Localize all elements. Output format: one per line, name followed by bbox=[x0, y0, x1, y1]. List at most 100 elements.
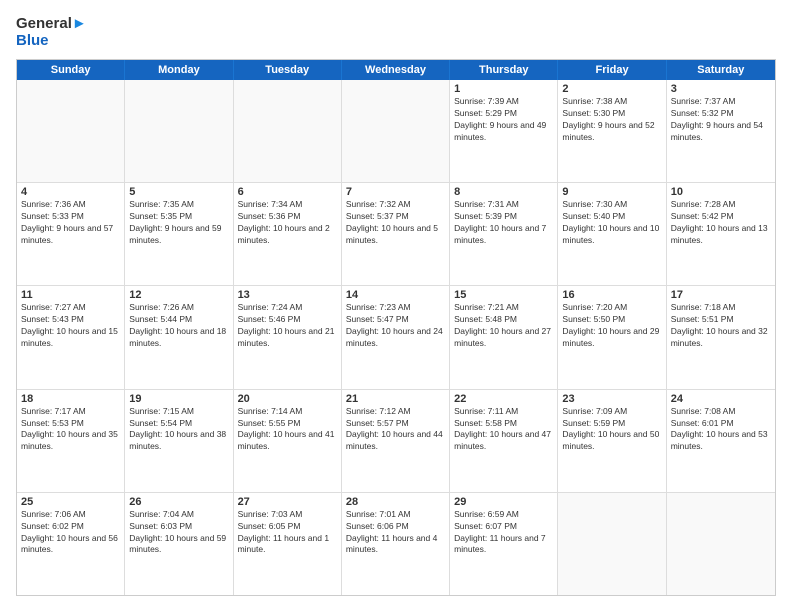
calendar-cell-empty bbox=[17, 80, 125, 182]
calendar-cell-2: 2Sunrise: 7:38 AM Sunset: 5:30 PM Daylig… bbox=[558, 80, 666, 182]
day-number: 18 bbox=[21, 393, 120, 405]
cell-content: Sunrise: 7:08 AM Sunset: 6:01 PM Dayligh… bbox=[671, 406, 771, 454]
day-number: 11 bbox=[21, 289, 120, 301]
calendar-row-4: 18Sunrise: 7:17 AM Sunset: 5:53 PM Dayli… bbox=[17, 390, 775, 493]
calendar-cell-5: 5Sunrise: 7:35 AM Sunset: 5:35 PM Daylig… bbox=[125, 183, 233, 285]
day-number: 4 bbox=[21, 186, 120, 198]
day-number: 10 bbox=[671, 186, 771, 198]
day-number: 13 bbox=[238, 289, 337, 301]
day-number: 28 bbox=[346, 496, 445, 508]
cell-content: Sunrise: 7:36 AM Sunset: 5:33 PM Dayligh… bbox=[21, 199, 120, 247]
day-number: 25 bbox=[21, 496, 120, 508]
cell-content: Sunrise: 7:06 AM Sunset: 6:02 PM Dayligh… bbox=[21, 509, 120, 557]
day-number: 14 bbox=[346, 289, 445, 301]
logo-text: General► Blue bbox=[16, 16, 87, 49]
cell-content: Sunrise: 6:59 AM Sunset: 6:07 PM Dayligh… bbox=[454, 509, 553, 557]
cell-content: Sunrise: 7:31 AM Sunset: 5:39 PM Dayligh… bbox=[454, 199, 553, 247]
calendar-row-1: 1Sunrise: 7:39 AM Sunset: 5:29 PM Daylig… bbox=[17, 80, 775, 183]
cell-content: Sunrise: 7:14 AM Sunset: 5:55 PM Dayligh… bbox=[238, 406, 337, 454]
calendar-cell-9: 9Sunrise: 7:30 AM Sunset: 5:40 PM Daylig… bbox=[558, 183, 666, 285]
calendar-cell-12: 12Sunrise: 7:26 AM Sunset: 5:44 PM Dayli… bbox=[125, 286, 233, 388]
day-number: 12 bbox=[129, 289, 228, 301]
cell-content: Sunrise: 7:39 AM Sunset: 5:29 PM Dayligh… bbox=[454, 96, 553, 144]
day-number: 1 bbox=[454, 83, 553, 95]
logo: General► Blue bbox=[16, 16, 87, 49]
day-header-monday: Monday bbox=[125, 60, 233, 80]
logo-general: General► bbox=[16, 16, 87, 33]
day-number: 20 bbox=[238, 393, 337, 405]
cell-content: Sunrise: 7:11 AM Sunset: 5:58 PM Dayligh… bbox=[454, 406, 553, 454]
calendar-cell-empty bbox=[558, 493, 666, 595]
calendar-cell-8: 8Sunrise: 7:31 AM Sunset: 5:39 PM Daylig… bbox=[450, 183, 558, 285]
calendar-cell-26: 26Sunrise: 7:04 AM Sunset: 6:03 PM Dayli… bbox=[125, 493, 233, 595]
cell-content: Sunrise: 7:26 AM Sunset: 5:44 PM Dayligh… bbox=[129, 302, 228, 350]
day-number: 5 bbox=[129, 186, 228, 198]
calendar-cell-18: 18Sunrise: 7:17 AM Sunset: 5:53 PM Dayli… bbox=[17, 390, 125, 492]
calendar-row-5: 25Sunrise: 7:06 AM Sunset: 6:02 PM Dayli… bbox=[17, 493, 775, 595]
calendar-cell-empty bbox=[667, 493, 775, 595]
cell-content: Sunrise: 7:17 AM Sunset: 5:53 PM Dayligh… bbox=[21, 406, 120, 454]
cell-content: Sunrise: 7:20 AM Sunset: 5:50 PM Dayligh… bbox=[562, 302, 661, 350]
calendar-cell-24: 24Sunrise: 7:08 AM Sunset: 6:01 PM Dayli… bbox=[667, 390, 775, 492]
cell-content: Sunrise: 7:01 AM Sunset: 6:06 PM Dayligh… bbox=[346, 509, 445, 557]
cell-content: Sunrise: 7:12 AM Sunset: 5:57 PM Dayligh… bbox=[346, 406, 445, 454]
day-header-friday: Friday bbox=[558, 60, 666, 80]
calendar-cell-3: 3Sunrise: 7:37 AM Sunset: 5:32 PM Daylig… bbox=[667, 80, 775, 182]
calendar-cell-empty bbox=[234, 80, 342, 182]
calendar-row-2: 4Sunrise: 7:36 AM Sunset: 5:33 PM Daylig… bbox=[17, 183, 775, 286]
day-number: 29 bbox=[454, 496, 553, 508]
calendar-cell-1: 1Sunrise: 7:39 AM Sunset: 5:29 PM Daylig… bbox=[450, 80, 558, 182]
day-number: 23 bbox=[562, 393, 661, 405]
day-number: 27 bbox=[238, 496, 337, 508]
calendar-cell-empty bbox=[125, 80, 233, 182]
day-header-sunday: Sunday bbox=[17, 60, 125, 80]
day-number: 24 bbox=[671, 393, 771, 405]
cell-content: Sunrise: 7:35 AM Sunset: 5:35 PM Dayligh… bbox=[129, 199, 228, 247]
day-number: 15 bbox=[454, 289, 553, 301]
cell-content: Sunrise: 7:18 AM Sunset: 5:51 PM Dayligh… bbox=[671, 302, 771, 350]
cell-content: Sunrise: 7:37 AM Sunset: 5:32 PM Dayligh… bbox=[671, 96, 771, 144]
cell-content: Sunrise: 7:30 AM Sunset: 5:40 PM Dayligh… bbox=[562, 199, 661, 247]
calendar-row-3: 11Sunrise: 7:27 AM Sunset: 5:43 PM Dayli… bbox=[17, 286, 775, 389]
calendar-cell-29: 29Sunrise: 6:59 AM Sunset: 6:07 PM Dayli… bbox=[450, 493, 558, 595]
calendar-cell-empty bbox=[342, 80, 450, 182]
day-number: 7 bbox=[346, 186, 445, 198]
day-number: 3 bbox=[671, 83, 771, 95]
cell-content: Sunrise: 7:24 AM Sunset: 5:46 PM Dayligh… bbox=[238, 302, 337, 350]
cell-content: Sunrise: 7:23 AM Sunset: 5:47 PM Dayligh… bbox=[346, 302, 445, 350]
day-number: 9 bbox=[562, 186, 661, 198]
calendar-body: 1Sunrise: 7:39 AM Sunset: 5:29 PM Daylig… bbox=[17, 80, 775, 595]
cell-content: Sunrise: 7:15 AM Sunset: 5:54 PM Dayligh… bbox=[129, 406, 228, 454]
page-header: General► Blue bbox=[16, 16, 776, 49]
calendar: SundayMondayTuesdayWednesdayThursdayFrid… bbox=[16, 59, 776, 596]
day-number: 8 bbox=[454, 186, 553, 198]
calendar-cell-20: 20Sunrise: 7:14 AM Sunset: 5:55 PM Dayli… bbox=[234, 390, 342, 492]
day-number: 6 bbox=[238, 186, 337, 198]
calendar-cell-14: 14Sunrise: 7:23 AM Sunset: 5:47 PM Dayli… bbox=[342, 286, 450, 388]
day-number: 17 bbox=[671, 289, 771, 301]
calendar-cell-7: 7Sunrise: 7:32 AM Sunset: 5:37 PM Daylig… bbox=[342, 183, 450, 285]
day-number: 16 bbox=[562, 289, 661, 301]
calendar-cell-22: 22Sunrise: 7:11 AM Sunset: 5:58 PM Dayli… bbox=[450, 390, 558, 492]
day-number: 19 bbox=[129, 393, 228, 405]
day-header-tuesday: Tuesday bbox=[234, 60, 342, 80]
calendar-cell-17: 17Sunrise: 7:18 AM Sunset: 5:51 PM Dayli… bbox=[667, 286, 775, 388]
day-header-saturday: Saturday bbox=[667, 60, 775, 80]
calendar-cell-10: 10Sunrise: 7:28 AM Sunset: 5:42 PM Dayli… bbox=[667, 183, 775, 285]
calendar-cell-19: 19Sunrise: 7:15 AM Sunset: 5:54 PM Dayli… bbox=[125, 390, 233, 492]
day-number: 2 bbox=[562, 83, 661, 95]
cell-content: Sunrise: 7:38 AM Sunset: 5:30 PM Dayligh… bbox=[562, 96, 661, 144]
cell-content: Sunrise: 7:09 AM Sunset: 5:59 PM Dayligh… bbox=[562, 406, 661, 454]
cell-content: Sunrise: 7:03 AM Sunset: 6:05 PM Dayligh… bbox=[238, 509, 337, 557]
cell-content: Sunrise: 7:32 AM Sunset: 5:37 PM Dayligh… bbox=[346, 199, 445, 247]
calendar-cell-13: 13Sunrise: 7:24 AM Sunset: 5:46 PM Dayli… bbox=[234, 286, 342, 388]
day-number: 26 bbox=[129, 496, 228, 508]
cell-content: Sunrise: 7:21 AM Sunset: 5:48 PM Dayligh… bbox=[454, 302, 553, 350]
cell-content: Sunrise: 7:27 AM Sunset: 5:43 PM Dayligh… bbox=[21, 302, 120, 350]
calendar-cell-25: 25Sunrise: 7:06 AM Sunset: 6:02 PM Dayli… bbox=[17, 493, 125, 595]
calendar-cell-4: 4Sunrise: 7:36 AM Sunset: 5:33 PM Daylig… bbox=[17, 183, 125, 285]
calendar-cell-16: 16Sunrise: 7:20 AM Sunset: 5:50 PM Dayli… bbox=[558, 286, 666, 388]
day-number: 22 bbox=[454, 393, 553, 405]
calendar-cell-21: 21Sunrise: 7:12 AM Sunset: 5:57 PM Dayli… bbox=[342, 390, 450, 492]
calendar-cell-23: 23Sunrise: 7:09 AM Sunset: 5:59 PM Dayli… bbox=[558, 390, 666, 492]
